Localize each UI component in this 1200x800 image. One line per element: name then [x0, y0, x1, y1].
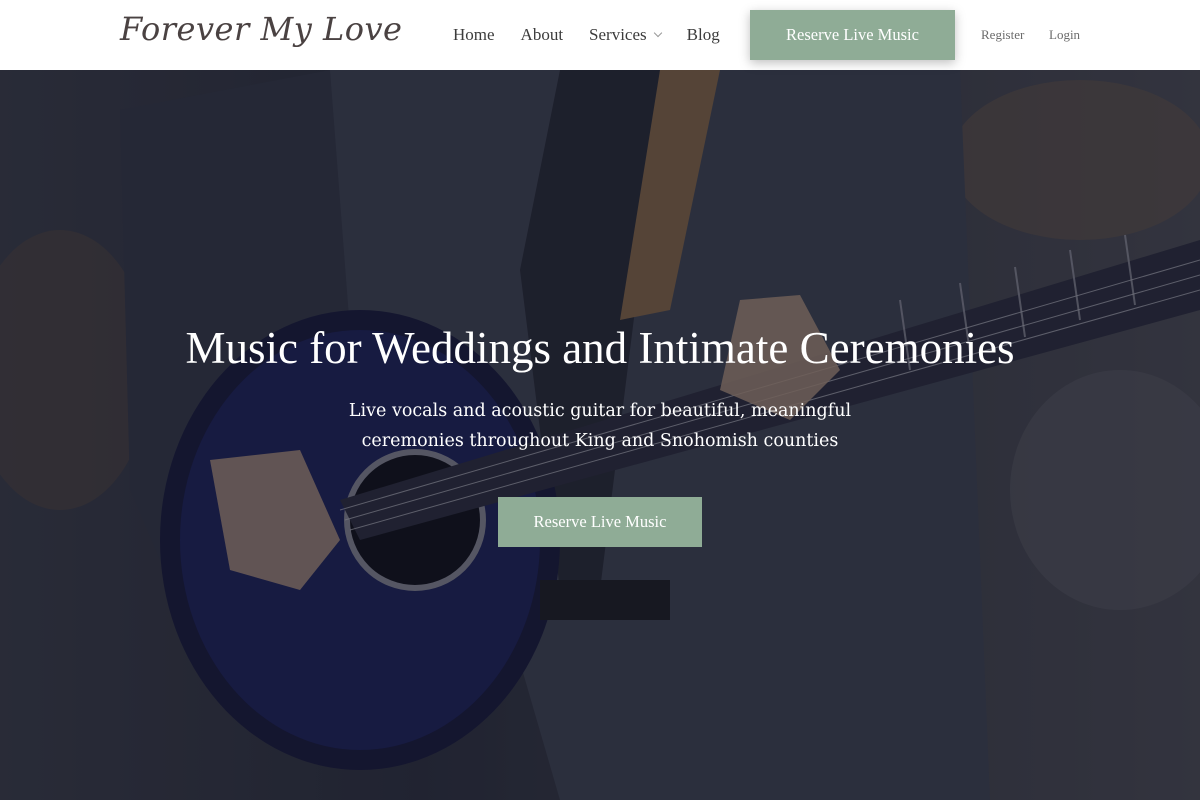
nav-services[interactable]: Services: [589, 25, 662, 45]
nav-blog-label: Blog: [686, 25, 720, 44]
nav-home[interactable]: Home: [453, 25, 495, 45]
main-nav: Home About Services Blog: [453, 0, 746, 70]
reserve-live-music-header-button[interactable]: Reserve Live Music: [750, 10, 955, 60]
nav-blog[interactable]: Blog: [687, 25, 720, 45]
register-link[interactable]: Register: [981, 27, 1024, 43]
hero-section: Music for Weddings and Intimate Ceremoni…: [0, 70, 1200, 800]
nav-services-label: Services: [589, 25, 647, 44]
site-header: Forever My Love Home About Services Blog…: [0, 0, 1200, 70]
hero-subtitle-line-1: Live vocals and acoustic guitar for beau…: [348, 401, 852, 421]
hero-subtitle: Live vocals and acoustic guitar for beau…: [300, 396, 900, 456]
reserve-live-music-hero-button[interactable]: Reserve Live Music: [498, 497, 702, 547]
nav-about-label: About: [520, 25, 564, 44]
hero-subtitle-line-2: ceremonies throughout King and Snohomish…: [361, 431, 839, 451]
chevron-down-icon: [653, 28, 662, 38]
login-link[interactable]: Login: [1049, 27, 1080, 43]
nav-home-label: Home: [453, 25, 495, 44]
nav-about[interactable]: About: [521, 25, 564, 45]
site-logo[interactable]: Forever My Love: [120, 10, 402, 48]
hero-title: Music for Weddings and Intimate Ceremoni…: [185, 323, 1015, 373]
